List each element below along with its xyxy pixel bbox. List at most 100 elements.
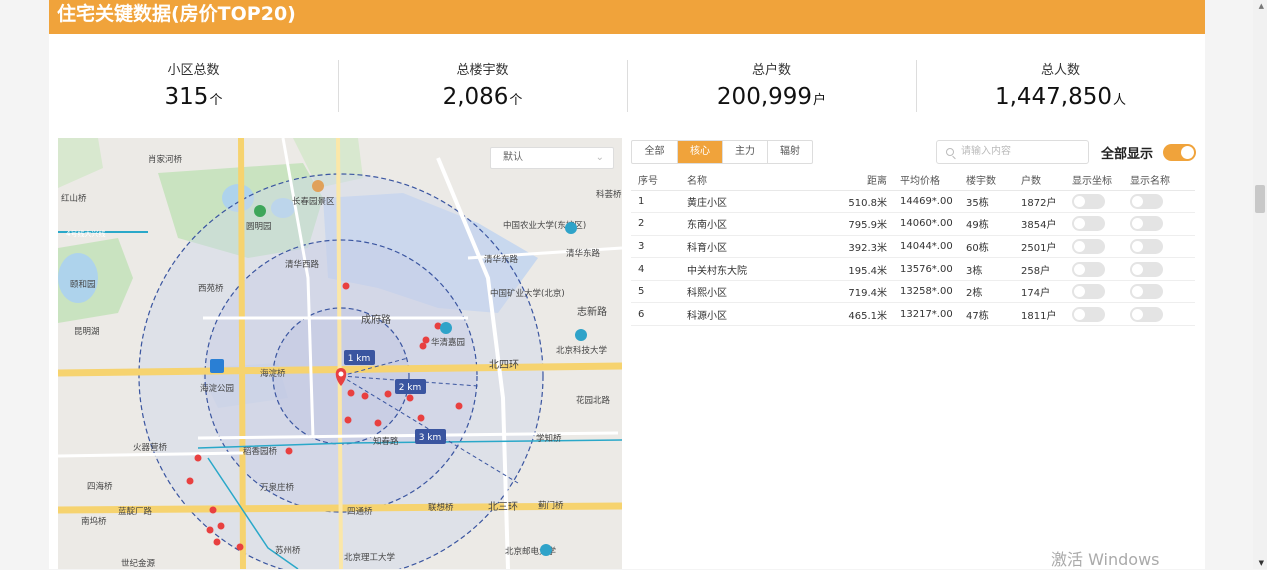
stat-unit: 个 <box>509 93 523 108</box>
cell-distance: 195.4米 <box>837 257 900 281</box>
cell-buildings: 60栋 <box>966 235 1021 259</box>
map-style-select[interactable]: 默认 ⌄ <box>490 147 614 169</box>
cell-price: 14469*.00 <box>900 190 966 214</box>
cell-buildings: 47栋 <box>966 302 1021 327</box>
road-west <box>238 138 246 569</box>
tab-main[interactable]: 主力 <box>722 141 767 163</box>
cell-distance: 465.1米 <box>837 302 900 327</box>
cell-households: 258户 <box>1021 257 1072 281</box>
place-label: 南坞桥 <box>81 516 107 527</box>
page-title: 住宅关键数据(房价TOP20) <box>49 0 1205 34</box>
poi-icon <box>575 329 587 341</box>
place-label: 4号线大兴线 <box>66 229 105 238</box>
place-label: 圆明园 <box>246 222 272 232</box>
cell-no: 6 <box>631 302 687 327</box>
show-coord-toggle[interactable] <box>1072 216 1105 232</box>
scroll-down-icon[interactable]: ▼ <box>1259 559 1264 567</box>
windows-activation-watermark: 激活 Windows <box>1051 550 1160 569</box>
stat-number: 2,086 <box>442 84 509 110</box>
page-scrollbar[interactable]: ▲ ▼ <box>1253 0 1267 569</box>
tab-all[interactable]: 全部 <box>632 141 677 163</box>
cell-buildings: 3栋 <box>966 257 1021 281</box>
stat-value: 1,447,850人 <box>916 84 1205 110</box>
show-all-toggle[interactable] <box>1163 144 1196 161</box>
cell-name: 中关村东大院 <box>687 257 837 281</box>
subway-station-icon <box>210 359 224 373</box>
cell-households: 1872户 <box>1021 190 1072 214</box>
center-pin-dot <box>338 371 344 377</box>
scroll-thumb[interactable] <box>1255 185 1265 213</box>
search-placeholder: 请输入内容 <box>961 146 1011 157</box>
place-label: 知春路 <box>373 436 399 447</box>
show-coord-toggle[interactable] <box>1072 193 1105 209</box>
radius-label-2km: 2 km <box>399 383 422 393</box>
show-coord-toggle[interactable] <box>1072 238 1105 254</box>
place-label: 海淀桥 <box>260 368 286 379</box>
cell-no: 5 <box>631 280 687 304</box>
show-coord-toggle[interactable] <box>1072 284 1105 300</box>
poi-icon <box>440 322 452 334</box>
place-label: 志新路 <box>577 305 607 318</box>
col-header-households: 户数 <box>1021 170 1072 191</box>
cell-households: 2501户 <box>1021 235 1072 259</box>
place-label: 苏州桥 <box>275 545 301 556</box>
stat-value: 200,999户 <box>627 84 916 110</box>
stat-value: 315个 <box>49 84 338 110</box>
search-icon <box>946 148 954 156</box>
search-input[interactable]: 请输入内容 <box>936 140 1089 164</box>
show-name-toggle[interactable] <box>1130 193 1163 209</box>
park-area <box>58 138 103 188</box>
poi-icon <box>312 180 324 192</box>
stat-label: 总户数 <box>751 63 791 78</box>
cell-price: 13258*.00 <box>900 280 966 304</box>
tab-core[interactable]: 核心 <box>677 141 722 163</box>
show-coord-toggle[interactable] <box>1072 306 1105 322</box>
cell-buildings: 2栋 <box>966 280 1021 304</box>
map-canvas: 1 km 2 km 3 km 肖家河桥 红山桥 4号线大兴线 颐和园 长春园景区… <box>58 138 622 569</box>
cell-distance: 719.4米 <box>837 280 900 304</box>
stat-unit: 人 <box>1113 93 1127 108</box>
filter-tabs: 全部 核心 主力 辐射 <box>631 140 813 164</box>
show-name-toggle[interactable] <box>1130 216 1163 232</box>
show-name-toggle[interactable] <box>1130 306 1163 322</box>
place-label: 清华东路 <box>566 248 601 259</box>
cell-no: 2 <box>631 212 687 236</box>
cell-no: 4 <box>631 257 687 281</box>
radius-label-1km: 1 km <box>348 354 371 364</box>
show-name-toggle[interactable] <box>1130 261 1163 277</box>
place-label: 西苑桥 <box>198 283 224 294</box>
col-header-distance: 距离 <box>837 170 900 191</box>
show-name-toggle[interactable] <box>1130 238 1163 254</box>
place-label: 蓟门桥 <box>538 500 564 511</box>
cell-name: 黄庄小区 <box>687 190 837 214</box>
cell-name: 东南小区 <box>687 212 837 236</box>
map-view[interactable]: 1 km 2 km 3 km 肖家河桥 红山桥 4号线大兴线 颐和园 长春园景区… <box>58 138 622 569</box>
cell-households: 174户 <box>1021 280 1072 304</box>
stat-unit: 户 <box>813 93 827 108</box>
tab-radiation[interactable]: 辐射 <box>767 141 812 163</box>
place-label: 科荟桥 <box>596 189 622 200</box>
place-label: 联想桥 <box>428 502 454 513</box>
lake <box>58 253 98 303</box>
place-label: 四通桥 <box>347 506 373 517</box>
scroll-up-icon[interactable]: ▲ <box>1259 2 1264 10</box>
map-style-value: 默认 <box>503 152 523 163</box>
place-label: 火器营桥 <box>133 442 168 453</box>
place-label: 清华东路 <box>484 254 519 265</box>
stat-buildings: 总楼宇数 2,086个 <box>338 48 627 120</box>
col-header-buildings: 楼宇数 <box>966 170 1021 191</box>
place-label: 蓝靛厂路 <box>118 506 153 517</box>
place-label: 长春园景区 <box>292 196 335 207</box>
cell-price: 13217*.00 <box>900 302 966 327</box>
show-name-toggle[interactable] <box>1130 284 1163 300</box>
show-coord-toggle[interactable] <box>1072 261 1105 277</box>
place-label: 学知桥 <box>536 433 562 444</box>
place-label: 昆明湖 <box>74 327 100 337</box>
place-label: 中国矿业大学(北京) <box>490 288 565 299</box>
cell-price: 14060*.00 <box>900 212 966 236</box>
stat-label: 总人数 <box>1040 63 1080 78</box>
place-label: 万泉庄桥 <box>260 482 295 493</box>
community-table: 序号 名称 距离 平均价格 楼宇数 户数 显示坐标 显示名称 1 黄庄小区 51… <box>631 170 1195 327</box>
place-label: 四海桥 <box>87 481 113 492</box>
stat-value: 2,086个 <box>338 84 627 110</box>
